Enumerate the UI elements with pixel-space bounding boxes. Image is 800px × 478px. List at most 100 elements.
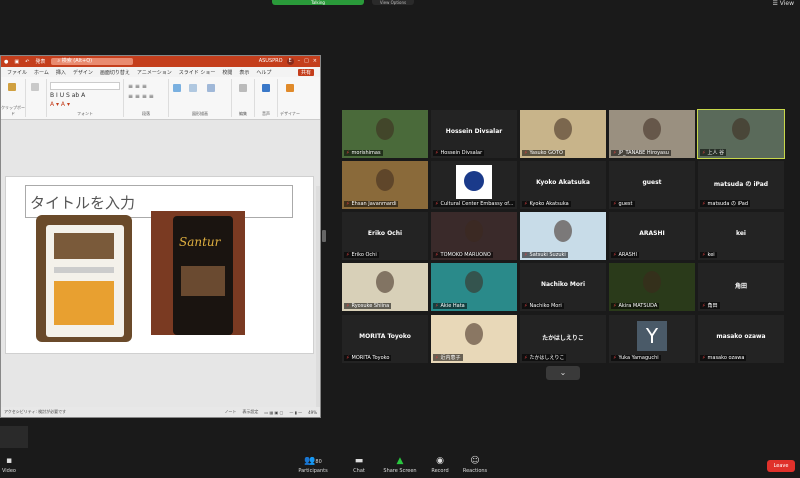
- paste-icon[interactable]: [8, 83, 16, 91]
- participant-tile[interactable]: Hossein Divsalar ⚡ Hossein Divsalar: [431, 110, 517, 158]
- powerpoint-window: ● ▣ ↶ 発表 ⌕ 検索 (Alt+Q) ASUSPRO E – □ × ファ…: [0, 55, 321, 418]
- ribbon-tab[interactable]: 表示: [239, 69, 249, 76]
- participant-tile[interactable]: ARASHI ⚡ ARASHI: [609, 212, 695, 260]
- participant-tile[interactable]: ⚡ Akie Hata: [431, 263, 517, 311]
- muted-mic-icon: ⚡: [613, 252, 617, 258]
- chat-button[interactable]: ▬ Chat: [336, 456, 382, 474]
- ppt-search-box[interactable]: ⌕ 検索 (Alt+Q): [51, 58, 134, 65]
- zoom-level: 49%: [308, 409, 317, 415]
- participant-tile[interactable]: ⚡ Satsuki Suzuki: [520, 212, 606, 260]
- muted-mic-icon: ⚡: [346, 252, 350, 258]
- vertical-scrollbar[interactable]: [316, 186, 320, 417]
- participant-tile[interactable]: ⚡ Ryosuke Shiina: [342, 263, 428, 311]
- save-icon[interactable]: ▣: [14, 59, 19, 65]
- view-label: View: [779, 0, 794, 7]
- participant-label-text: Yasuko GOTO: [529, 150, 563, 156]
- participant-tile[interactable]: matsuda の iPad ⚡ matsuda の iPad: [698, 161, 784, 209]
- participant-name: guest: [642, 179, 662, 186]
- participant-tile[interactable]: ⚡ Akira MATSUDA: [609, 263, 695, 311]
- slide[interactable]: タイトルを入力 Santur: [5, 176, 314, 354]
- person-silhouette: [554, 220, 572, 242]
- organization-logo: [456, 165, 492, 199]
- participant-label-text: Akira MATSUDA: [618, 303, 658, 309]
- slide-editor[interactable]: タイトルを入力 Santur: [1, 120, 320, 417]
- leave-button[interactable]: Leave: [767, 460, 795, 472]
- display-settings-button[interactable]: 表示設定: [242, 409, 258, 415]
- view-button[interactable]: ☰ View: [772, 0, 794, 7]
- ribbon-tab[interactable]: ヘルプ: [256, 69, 271, 76]
- participant-tile[interactable]: ⚡ morishimas: [342, 110, 428, 158]
- participant-tile[interactable]: ⚡ JP_TANABE Hiroyasu: [609, 110, 695, 158]
- participant-tile[interactable]: MORITA Toyoko ⚡ MORITA Toyoko: [342, 315, 428, 363]
- participant-tile[interactable]: ⚡ 上人 谷: [697, 109, 785, 159]
- participant-tile[interactable]: ⚡ TOMOKO MARUONO: [431, 212, 517, 260]
- participants-button[interactable]: 👥80 Participants: [290, 456, 336, 474]
- ribbon-tab[interactable]: 画面切り替え: [100, 69, 130, 76]
- group-label: 音声: [262, 111, 270, 116]
- maximize-icon[interactable]: □: [304, 58, 309, 65]
- undo-icon[interactable]: ↶: [25, 59, 29, 65]
- ribbon-tab[interactable]: アニメーション: [137, 69, 172, 76]
- participant-tile[interactable]: Y ⚡ Yuka Yamaguchi: [609, 315, 695, 363]
- video-button[interactable]: ▪ Video: [0, 456, 32, 474]
- chat-label: Chat: [353, 468, 365, 474]
- top-bar: Talking View Options ☰ View: [0, 0, 800, 8]
- close-icon[interactable]: ×: [313, 58, 317, 65]
- participant-tile[interactable]: Nachiko Mori ⚡ Nachiko Mori: [520, 263, 606, 311]
- arrange-icon[interactable]: [189, 84, 197, 92]
- participant-label-text: 角田: [707, 303, 718, 309]
- participant-tile[interactable]: 角田 ⚡ 角田: [698, 263, 784, 311]
- participant-tile[interactable]: Kyoko Akatsuka ⚡ Kyoko Akatsuka: [520, 161, 606, 209]
- participants-icon: 👥80: [304, 456, 322, 466]
- participant-label-text: guest: [618, 201, 633, 207]
- participant-tile[interactable]: guest ⚡ guest: [609, 161, 695, 209]
- split-handle[interactable]: [322, 230, 326, 242]
- user-avatar[interactable]: E: [286, 58, 294, 65]
- new-slide-icon[interactable]: [31, 83, 39, 91]
- view-mode-icons[interactable]: ▭ ▦ ▣ ▢: [264, 410, 283, 415]
- ribbon-tab[interactable]: デザイン: [73, 69, 93, 76]
- group-label: 図形描画: [192, 111, 208, 116]
- participant-name: Kyoko Akatsuka: [536, 179, 590, 186]
- ribbon-tab[interactable]: 校閲: [222, 69, 232, 76]
- participant-tile[interactable]: ⚡ 近内恵子: [431, 315, 517, 363]
- zoom-slider[interactable]: — ▮ —: [289, 410, 302, 415]
- font-color-icon[interactable]: A ▾ A ▾: [50, 101, 70, 108]
- designer-icon[interactable]: [286, 84, 294, 92]
- font-name-select[interactable]: [50, 82, 120, 90]
- participant-tile[interactable]: ⚡ Yasuko GOTO: [520, 110, 606, 158]
- font-style-buttons[interactable]: B I U S ab A: [50, 92, 85, 99]
- ribbon-group-clipboard: クリップボード: [1, 79, 26, 117]
- notes-button[interactable]: ノート: [224, 409, 236, 415]
- align-icon[interactable]: ≡ ≡ ≡ ≡: [128, 93, 154, 100]
- participants-label: Participants: [298, 468, 328, 474]
- ribbon-tab[interactable]: 挿入: [56, 69, 66, 76]
- participant-tile[interactable]: masako ozawa ⚡ masako ozawa: [698, 315, 784, 363]
- phone-screen: [173, 216, 233, 335]
- share-button[interactable]: 共有: [297, 68, 314, 76]
- muted-mic-icon: ⚡: [524, 252, 528, 258]
- group-label: フォント: [77, 111, 93, 116]
- participant-tile[interactable]: たかはしえりこ ⚡ たかはしえりこ: [520, 315, 606, 363]
- talking-indicator: Talking: [272, 0, 364, 5]
- dictate-icon[interactable]: [262, 84, 270, 92]
- list-icon[interactable]: ≡ ≡ ≡: [128, 83, 147, 90]
- autosave-icon[interactable]: ●: [4, 59, 8, 65]
- quick-styles-icon[interactable]: [207, 84, 215, 92]
- shapes-icon[interactable]: [173, 84, 181, 92]
- reactions-button[interactable]: ☺ Reactions: [452, 456, 498, 474]
- chevron-down-icon[interactable]: ⌄: [546, 366, 580, 380]
- ribbon-tab[interactable]: ファイル: [7, 69, 27, 76]
- accessibility-status[interactable]: アクセシビリティ: 検討が必要です: [4, 409, 66, 415]
- participant-label-text: Hossein Divsalar: [440, 150, 483, 156]
- participant-label: ⚡ Akie Hata: [433, 303, 467, 309]
- ribbon-tab[interactable]: ホーム: [34, 69, 49, 76]
- view-options[interactable]: View Options: [372, 0, 414, 5]
- ribbon-tab[interactable]: スライド ショー: [179, 69, 216, 76]
- participant-tile[interactable]: Eriko Ochi ⚡ Eriko Ochi: [342, 212, 428, 260]
- participant-tile[interactable]: kei ⚡ kei: [698, 212, 784, 260]
- participant-tile[interactable]: ⚡ Ehsan Javanmardi: [342, 161, 428, 209]
- participant-tile[interactable]: ⚡ Cultural Center Embassy of...: [431, 161, 517, 209]
- minimize-icon[interactable]: –: [298, 58, 301, 65]
- find-icon[interactable]: [239, 84, 247, 92]
